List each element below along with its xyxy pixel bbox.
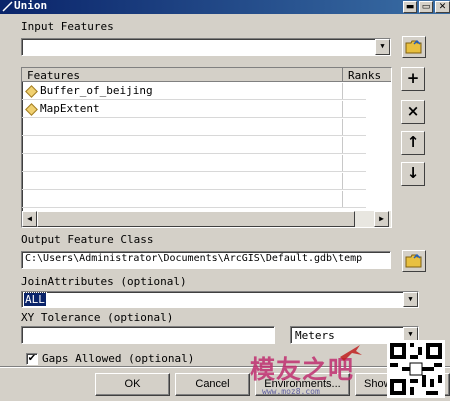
table-row (22, 155, 366, 172)
feature-name: Buffer_of_beijing (40, 84, 153, 97)
airplane-icon (340, 345, 362, 361)
table-row[interactable]: MapExtent (22, 101, 366, 118)
cancel-button[interactable]: Cancel (175, 373, 250, 396)
table-row (22, 191, 366, 208)
window-title: Union (14, 0, 48, 12)
scrollbar-thumb[interactable] (37, 211, 355, 227)
move-up-button[interactable]: ↑ (401, 131, 425, 155)
features-table[interactable]: Features Ranks Buffer_of_beijing MapExte… (21, 67, 392, 228)
input-browse-button[interactable] (402, 36, 426, 58)
unit-value: Meters (295, 329, 335, 342)
column-header-ranks[interactable]: Ranks (348, 69, 381, 82)
xy-tolerance-input[interactable] (21, 326, 275, 344)
move-down-button[interactable]: ↓ (401, 162, 425, 186)
add-button[interactable]: + (401, 67, 425, 91)
output-browse-button[interactable] (402, 250, 426, 272)
title-bar[interactable]: Union (0, 0, 450, 14)
scroll-left-icon[interactable]: ◀ (22, 211, 37, 227)
output-feature-class-label: Output Feature Class (21, 233, 154, 246)
folder-icon (405, 39, 422, 54)
join-attributes-combo[interactable]: ALL ▼ (21, 291, 419, 308)
folder-icon (405, 253, 422, 268)
minimize-button[interactable]: ▬ (403, 1, 417, 13)
tool-icon (2, 1, 13, 12)
input-features-label: Input Features (21, 20, 114, 33)
watermark-url: www.moz8.com (262, 387, 320, 396)
remove-button[interactable]: × (401, 100, 425, 124)
input-features-dropdown-arrow[interactable]: ▼ (375, 39, 390, 55)
table-header: Features Ranks (22, 68, 391, 82)
gaps-allowed-label: Gaps Allowed (optional) (42, 352, 195, 365)
gaps-allowed-checkbox[interactable]: ✔ (26, 353, 38, 365)
horizontal-scrollbar[interactable]: ◀ ▶ (22, 211, 391, 227)
join-attributes-label: JoinAttributes (optional) (21, 275, 187, 288)
table-row (22, 119, 366, 136)
xy-tolerance-label: XY Tolerance (optional) (21, 311, 174, 324)
scroll-right-icon[interactable]: ▶ (374, 211, 389, 227)
output-feature-class-input[interactable]: C:\Users\Administrator\Documents\ArcGIS\… (21, 251, 391, 269)
feature-layer-icon (25, 103, 38, 116)
table-row[interactable]: Buffer_of_beijing (22, 83, 366, 100)
feature-name: MapExtent (40, 102, 100, 115)
feature-layer-icon (25, 85, 38, 98)
close-button[interactable]: ✕ (435, 1, 450, 13)
qr-code-icon (387, 340, 445, 398)
table-row (22, 137, 366, 154)
maximize-button[interactable]: ▭ (419, 1, 433, 13)
join-attributes-value: ALL (23, 292, 47, 307)
column-header-features[interactable]: Features (27, 69, 80, 82)
table-row (22, 173, 366, 190)
input-features-combo[interactable]: ▼ (21, 38, 391, 56)
ok-button[interactable]: OK (95, 373, 170, 396)
join-attributes-dropdown-arrow[interactable]: ▼ (403, 292, 418, 307)
